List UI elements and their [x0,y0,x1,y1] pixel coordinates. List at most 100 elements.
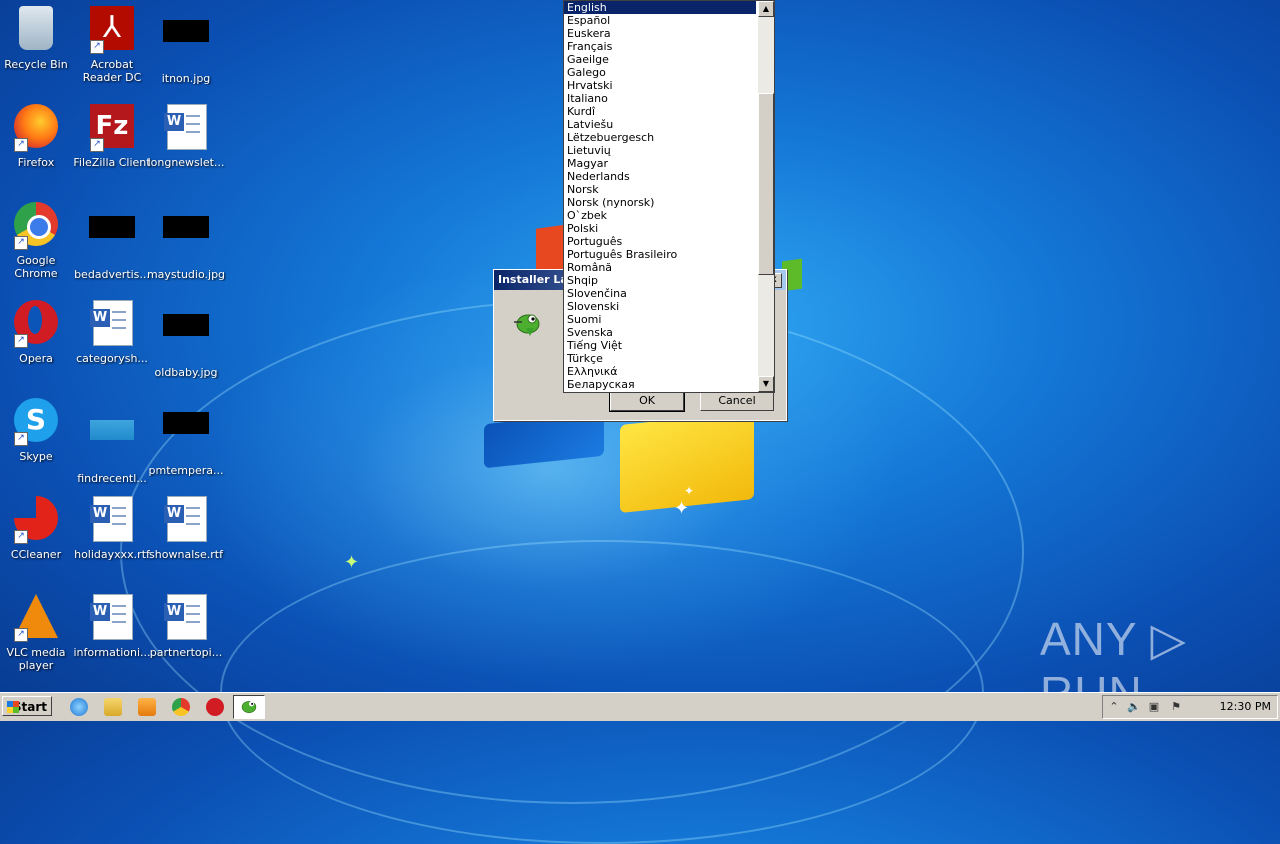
desktop-icon-file[interactable]: W holidayxxx.rtf [72,496,152,561]
language-option[interactable]: Nederlands [564,170,756,183]
desktop-icon-label: Opera [19,352,53,365]
language-option[interactable]: Português Brasileiro [564,248,756,261]
desktop-icon-file[interactable]: W partnertopi... [146,594,226,659]
desktop-icon-label: FileZilla Client [73,156,151,169]
word-document-icon: W [88,300,136,348]
language-option[interactable]: Norsk (nynorsk) [564,196,756,209]
desktop-icon-chrome[interactable]: ↗ Google Chrome [0,202,76,280]
desktop-icon-file[interactable]: bedadvertis... [72,202,152,281]
clock[interactable]: 12:30 PM [1220,696,1271,718]
language-option[interactable]: Tiếng Việt [564,339,756,352]
scroll-down-button[interactable]: ▼ [758,376,774,392]
language-list-scrollbar[interactable]: ▲ ▼ [758,1,774,392]
desktop-icon-label: longnewslet... [147,156,225,169]
language-option[interactable]: Euskera [564,27,756,40]
desktop-icon-file[interactable]: W longnewslet... [146,104,226,169]
desktop-icon-filezilla[interactable]: Fz ↗ FileZilla Client [72,104,152,169]
desktop-icon-label: informationi... [73,646,151,659]
internet-explorer-icon[interactable] [70,698,88,716]
desktop-icon-label: oldbaby.jpg [154,366,218,379]
language-option[interactable]: Latviešu [564,118,756,131]
language-option[interactable]: Galego [564,66,756,79]
desktop-icon-firefox[interactable]: ↗ Firefox [0,104,76,169]
language-option[interactable]: Gaeilge [564,53,756,66]
ok-button[interactable]: OK [609,390,685,412]
language-option[interactable]: Română [564,261,756,274]
taskbar-installer-button[interactable] [233,695,265,719]
skype-icon: S ↗ [12,398,60,446]
desktop-icon-recycle-bin[interactable]: Recycle Bin [0,6,76,71]
image-file-icon [162,216,210,264]
desktop-icon-ccleaner[interactable]: ↗ CCleaner [0,496,76,561]
language-option[interactable]: Français [564,40,756,53]
ccleaner-icon: ↗ [12,496,60,544]
language-option[interactable]: Hrvatski [564,79,756,92]
desktop-icon-file[interactable]: findrecentl... [72,398,152,485]
language-option[interactable]: Italiano [564,92,756,105]
language-option[interactable]: Magyar [564,157,756,170]
desktop-icon-label: partnertopi... [149,646,223,659]
desktop-icon-file[interactable]: W shownalse.rtf [146,496,226,561]
desktop-icon-opera[interactable]: ↗ Opera [0,300,76,365]
desktop-icon-label: Firefox [17,156,55,169]
desktop-icon-file[interactable]: itnon.jpg [146,6,226,85]
language-listbox[interactable]: English Español Euskera Français Gaeilge… [563,0,775,393]
language-option[interactable]: Português [564,235,756,248]
start-button[interactable]: Start [2,696,52,716]
desktop-icon-label: maystudio.jpg [146,268,226,281]
language-option[interactable]: Polski [564,222,756,235]
desktop-icon-file[interactable]: pmtempera... [146,398,226,477]
word-document-icon: W [162,496,210,544]
language-option[interactable]: Shqip [564,274,756,287]
cancel-button[interactable]: Cancel [700,391,774,411]
folder-file-icon [88,420,136,468]
desktop-icon-file[interactable]: maystudio.jpg [146,202,226,281]
language-option[interactable]: English [564,1,756,14]
desktop-icon-label: findrecentl... [77,472,147,485]
language-option[interactable]: Español [564,14,756,27]
desktop-icon-label: pmtempera... [148,464,224,477]
language-option[interactable]: Lietuvių [564,144,756,157]
desktop-icon-file[interactable]: W informationi... [72,594,152,659]
language-option[interactable]: Türkçe [564,352,756,365]
desktop-icon-label: shownalse.rtf [149,548,223,561]
desktop-icon-label: Skype [19,450,53,463]
desktop-icon-vlc[interactable]: ↗ VLC media player [0,594,76,672]
language-option[interactable]: Svenska [564,326,756,339]
desktop-icon-file[interactable]: W categorysh... [72,300,152,365]
desktop-icon-label: bedadvertis... [74,268,150,281]
word-document-icon: W [88,594,136,642]
desktop-icon-label: Acrobat Reader DC [82,58,142,84]
volume-icon[interactable]: 🔈 [1127,700,1141,714]
opera-icon[interactable] [206,698,224,716]
language-option[interactable]: Lëtzebuergesch [564,131,756,144]
image-file-icon [162,412,210,460]
language-option[interactable]: Suomi [564,313,756,326]
shortcut-arrow-icon: ↗ [14,138,28,152]
chrome-icon[interactable] [172,698,190,716]
action-center-flag-icon[interactable]: ⚑ [1169,700,1183,714]
desktop-icon-acrobat[interactable]: ⅄ ↗ Acrobat Reader DC [72,6,152,84]
language-option[interactable]: Slovenski [564,300,756,313]
network-icon[interactable]: ▣ [1147,700,1161,714]
firefox-icon: ↗ [12,104,60,152]
word-document-icon: W [88,496,136,544]
shortcut-arrow-icon: ↗ [14,432,28,446]
desktop-icon-label: holidayxxx.rtf [74,548,150,561]
scroll-up-button[interactable]: ▲ [758,1,774,17]
desktop-icon-skype[interactable]: S ↗ Skype [0,398,76,463]
file-explorer-icon[interactable] [104,698,122,716]
language-option[interactable]: Slovenčina [564,287,756,300]
word-document-icon: W [162,594,210,642]
shortcut-arrow-icon: ↗ [14,334,28,348]
language-option[interactable]: O`zbek [564,209,756,222]
desktop-icon-file[interactable]: oldbaby.jpg [146,300,226,379]
language-option[interactable]: Ελληνικά [564,365,756,378]
language-option[interactable]: Norsk [564,183,756,196]
language-option[interactable]: Kurdî [564,105,756,118]
scrollbar-thumb[interactable] [758,93,774,275]
desktop-icon-label: categorysh... [76,352,148,365]
language-option[interactable]: Беларуская [564,378,756,391]
media-player-icon[interactable] [138,698,156,716]
show-hidden-icons-icon[interactable]: ⌃ [1107,700,1121,714]
